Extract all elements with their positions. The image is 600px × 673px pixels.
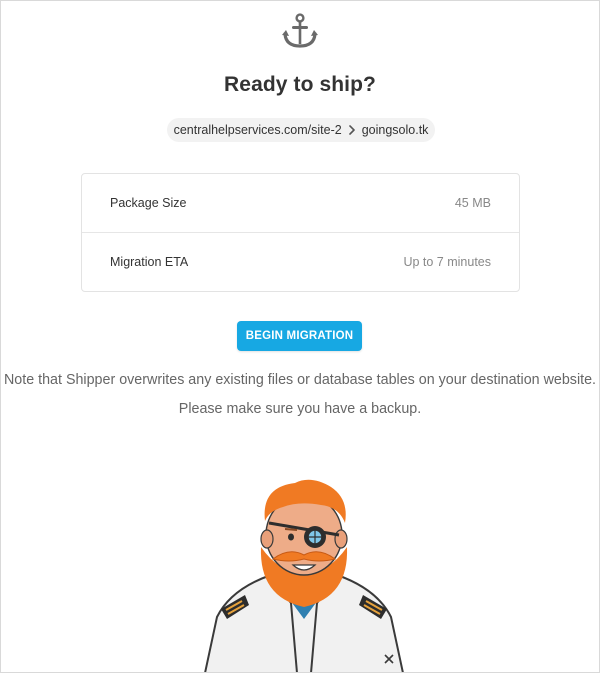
package-size-value: 45 MB [454,196,491,210]
page-title: Ready to ship? [224,73,376,96]
chevron-right-icon [348,125,355,135]
captain-illustration [204,479,404,672]
migration-route: centralhelpservices.com/site-2 goingsolo… [167,118,435,142]
anchor-icon [282,13,318,48]
destination-site: goingsolo.tk [361,123,429,137]
package-size-label: Package Size [110,196,187,210]
source-site: centralhelpservices.com/site-2 [173,123,342,137]
migration-eta-value: Up to 7 minutes [403,255,491,269]
backup-reminder: Please make sure you have a backup. [178,401,422,417]
overwrite-warning: Note that Shipper overwrites any existin… [3,372,597,388]
migration-eta-label: Migration ETA [110,255,189,269]
package-size-row: Package Size 45 MB [82,174,519,232]
migration-details: Package Size 45 MB Migration ETA Up to 7… [81,173,520,292]
migration-eta-row: Migration ETA Up to 7 minutes [82,232,519,291]
begin-migration-button[interactable]: BEGIN MIGRATION [237,321,362,351]
shipper-migration-panel: Ready to ship? centralhelpservices.com/s… [0,0,600,673]
